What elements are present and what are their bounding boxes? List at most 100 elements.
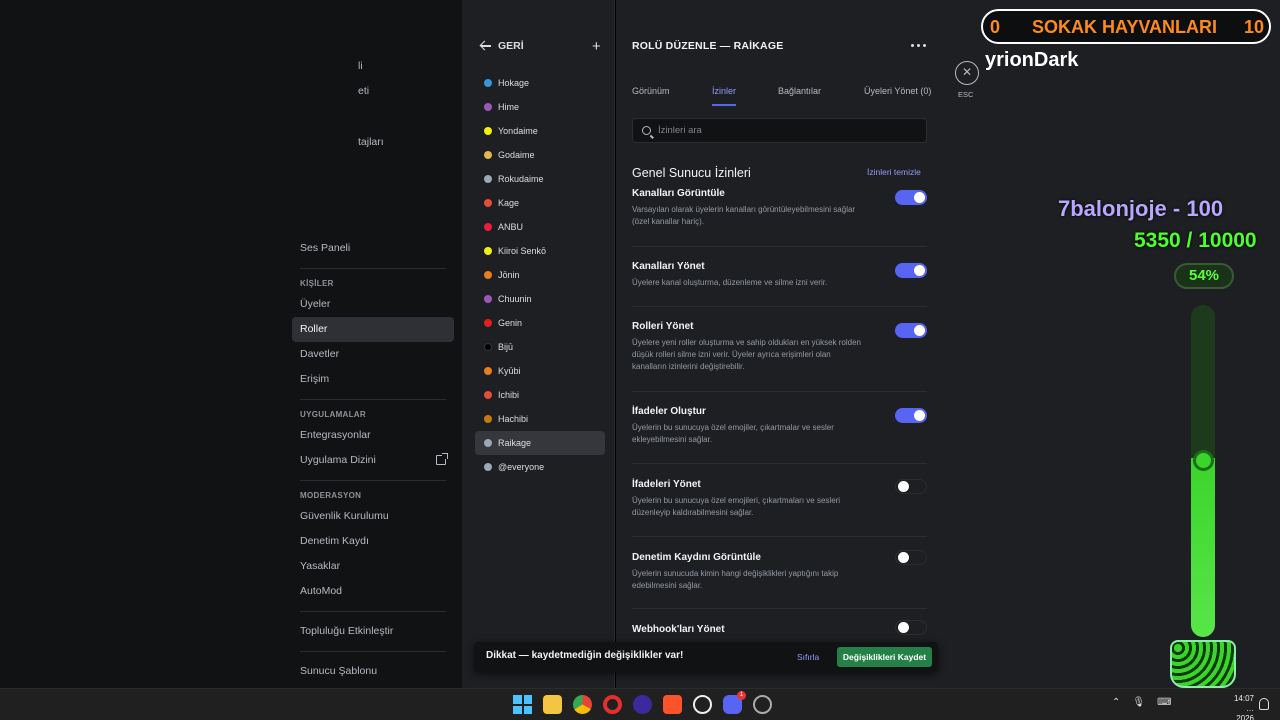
tab-permissions[interactable]: İzinler bbox=[712, 86, 737, 106]
close-icon[interactable]: ✕ bbox=[955, 61, 979, 85]
role-color-dot bbox=[484, 199, 492, 207]
sidebar-item-invites[interactable]: Davetler bbox=[292, 342, 454, 367]
role-item[interactable]: Godaime bbox=[475, 143, 605, 167]
reset-button[interactable]: Sıfırla bbox=[797, 652, 819, 662]
notification-bell-icon[interactable] bbox=[1259, 698, 1269, 710]
role-name: Hachibi bbox=[498, 414, 529, 424]
divider bbox=[632, 391, 927, 392]
discord-icon[interactable]: 1 bbox=[723, 691, 746, 714]
permission-name: Webhook'ları Yönet bbox=[632, 624, 725, 635]
permission-toggle[interactable] bbox=[895, 190, 927, 205]
clock[interactable]: 14:07 …2026 bbox=[1230, 694, 1254, 720]
section-header-people: KİŞİLER bbox=[300, 279, 334, 288]
file-explorer-icon[interactable] bbox=[543, 695, 562, 714]
sidebar-item-enable-community[interactable]: Topluluğu Etkinleştir bbox=[292, 619, 454, 644]
permission-name: Kanalları Yönet bbox=[632, 261, 705, 272]
chevron-up-icon[interactable]: ⌃ bbox=[1112, 697, 1120, 708]
permission-name: İfadeleri Yönet bbox=[632, 479, 701, 490]
role-name: Kyūbi bbox=[498, 366, 521, 376]
chatgpt-icon[interactable] bbox=[693, 695, 712, 714]
role-name: Bijū bbox=[498, 342, 514, 352]
app-icon[interactable] bbox=[753, 695, 772, 714]
search-input[interactable] bbox=[658, 125, 908, 136]
sidebar-item-roles[interactable]: Roller bbox=[292, 317, 454, 342]
opera-icon[interactable] bbox=[603, 695, 622, 714]
edit-role-panel: ROLÜ DÜZENLE — RAİKAGE Görünüm İzinler B… bbox=[616, 0, 948, 688]
back-button[interactable]: GERİ bbox=[480, 40, 524, 52]
sidebar-item-access[interactable]: Erişim bbox=[292, 367, 454, 392]
keyboard-icon[interactable]: ⌨ bbox=[1157, 697, 1171, 708]
permission-toggle[interactable] bbox=[895, 620, 927, 635]
permission-row: Kanalları Görüntüle Varsayılan olarak üye… bbox=[632, 188, 927, 228]
role-color-dot bbox=[484, 127, 492, 135]
goal-progress-knob bbox=[1193, 450, 1214, 471]
sidebar-item-audit-log[interactable]: Denetim Kaydı bbox=[292, 529, 454, 554]
role-item[interactable]: Hachibi bbox=[475, 407, 605, 431]
role-name: @everyone bbox=[498, 462, 545, 472]
permission-name: Kanalları Görüntüle bbox=[632, 188, 725, 199]
tab-display[interactable]: Görünüm bbox=[632, 86, 712, 96]
tab-bar: Görünüm İzinler Bağlantılar Üyeleri Yöne… bbox=[632, 86, 931, 106]
role-item[interactable]: Kiiroi Senkō bbox=[475, 239, 605, 263]
divider bbox=[300, 399, 446, 400]
divider bbox=[632, 608, 927, 609]
sidebar-item-automod[interactable]: AutoMod bbox=[292, 579, 454, 604]
permission-toggle[interactable] bbox=[895, 479, 927, 494]
sidebar-item-app-directory[interactable]: Uygulama Dizini bbox=[292, 448, 454, 473]
permission-toggle[interactable] bbox=[895, 550, 927, 565]
page-title: ROLÜ DÜZENLE — RAİKAGE bbox=[632, 40, 784, 52]
role-item[interactable]: Genin bbox=[475, 311, 605, 335]
clock-time: 14:07 bbox=[1233, 694, 1254, 703]
sidebar-item-label: Uygulama Dizini bbox=[300, 454, 376, 466]
role-item[interactable]: Rokudaime bbox=[475, 167, 605, 191]
divider bbox=[300, 611, 446, 612]
sidebar-item-safety-setup[interactable]: Güvenlik Kurulumu bbox=[292, 504, 454, 529]
role-item[interactable]: Chuunin bbox=[475, 287, 605, 311]
sidebar-item-members[interactable]: Üyeler bbox=[292, 292, 454, 317]
balls-basket-icon bbox=[1170, 640, 1236, 688]
role-item[interactable]: Hime bbox=[475, 95, 605, 119]
role-name: Yondaime bbox=[498, 126, 538, 136]
role-item[interactable]: Jōnin bbox=[475, 263, 605, 287]
tab-links[interactable]: Bağlantılar bbox=[778, 86, 864, 96]
unsaved-message: Dikkat — kaydetmediğin değişiklikler var… bbox=[486, 650, 684, 661]
chrome-icon[interactable] bbox=[573, 695, 592, 714]
role-item[interactable]: Bijū bbox=[475, 335, 605, 359]
sidebar-item-server-template[interactable]: Sunucu Şablonu bbox=[292, 659, 454, 684]
save-changes-button[interactable]: Değişiklikleri Kaydet bbox=[837, 647, 932, 667]
notification-badge: 1 bbox=[737, 691, 746, 700]
sidebar-item-integrations[interactable]: Entegrasyonlar bbox=[292, 423, 454, 448]
clear-permissions-link[interactable]: İzinleri temizle bbox=[867, 167, 921, 177]
brave-icon[interactable] bbox=[663, 695, 682, 714]
search-icon bbox=[642, 126, 651, 135]
role-name: Kage bbox=[498, 198, 520, 208]
role-item[interactable]: ANBU bbox=[475, 215, 605, 239]
sidebar-partial-item[interactable]: eti bbox=[358, 85, 369, 97]
unsaved-changes-bar: Dikkat — kaydetmediğin değişiklikler var… bbox=[474, 642, 938, 672]
windows-start-icon[interactable] bbox=[513, 695, 532, 714]
role-item[interactable]: Ichibi bbox=[475, 383, 605, 407]
more-options-icon[interactable] bbox=[911, 44, 926, 47]
permission-toggle[interactable] bbox=[895, 323, 927, 338]
app-icon[interactable] bbox=[633, 695, 652, 714]
role-item[interactable]: Yondaime bbox=[475, 119, 605, 143]
role-color-dot bbox=[484, 367, 492, 375]
sidebar-item-bans[interactable]: Yasaklar bbox=[292, 554, 454, 579]
role-item[interactable]: @everyone bbox=[475, 455, 605, 479]
role-item[interactable]: Raikage bbox=[475, 431, 605, 455]
tab-manage-members[interactable]: Üyeleri Yönet (0) bbox=[864, 86, 931, 96]
sidebar-partial-item[interactable]: tajları bbox=[358, 136, 384, 148]
role-color-dot bbox=[484, 79, 492, 87]
plus-icon[interactable]: + bbox=[592, 39, 601, 54]
permission-toggle[interactable] bbox=[895, 408, 927, 423]
permission-toggle[interactable] bbox=[895, 263, 927, 278]
sidebar-item-voice-panel[interactable]: Ses Paneli bbox=[292, 236, 454, 261]
section-title: Genel Sunucu İzinleri bbox=[632, 166, 751, 180]
microphone-icon[interactable]: 🎙 bbox=[1132, 697, 1145, 708]
role-item[interactable]: Kage bbox=[475, 191, 605, 215]
sidebar-partial-item[interactable]: li bbox=[358, 60, 363, 72]
counter-right: 10 bbox=[1244, 17, 1265, 37]
role-item[interactable]: Hokage bbox=[475, 71, 605, 95]
divider bbox=[632, 246, 927, 247]
role-item[interactable]: Kyūbi bbox=[475, 359, 605, 383]
